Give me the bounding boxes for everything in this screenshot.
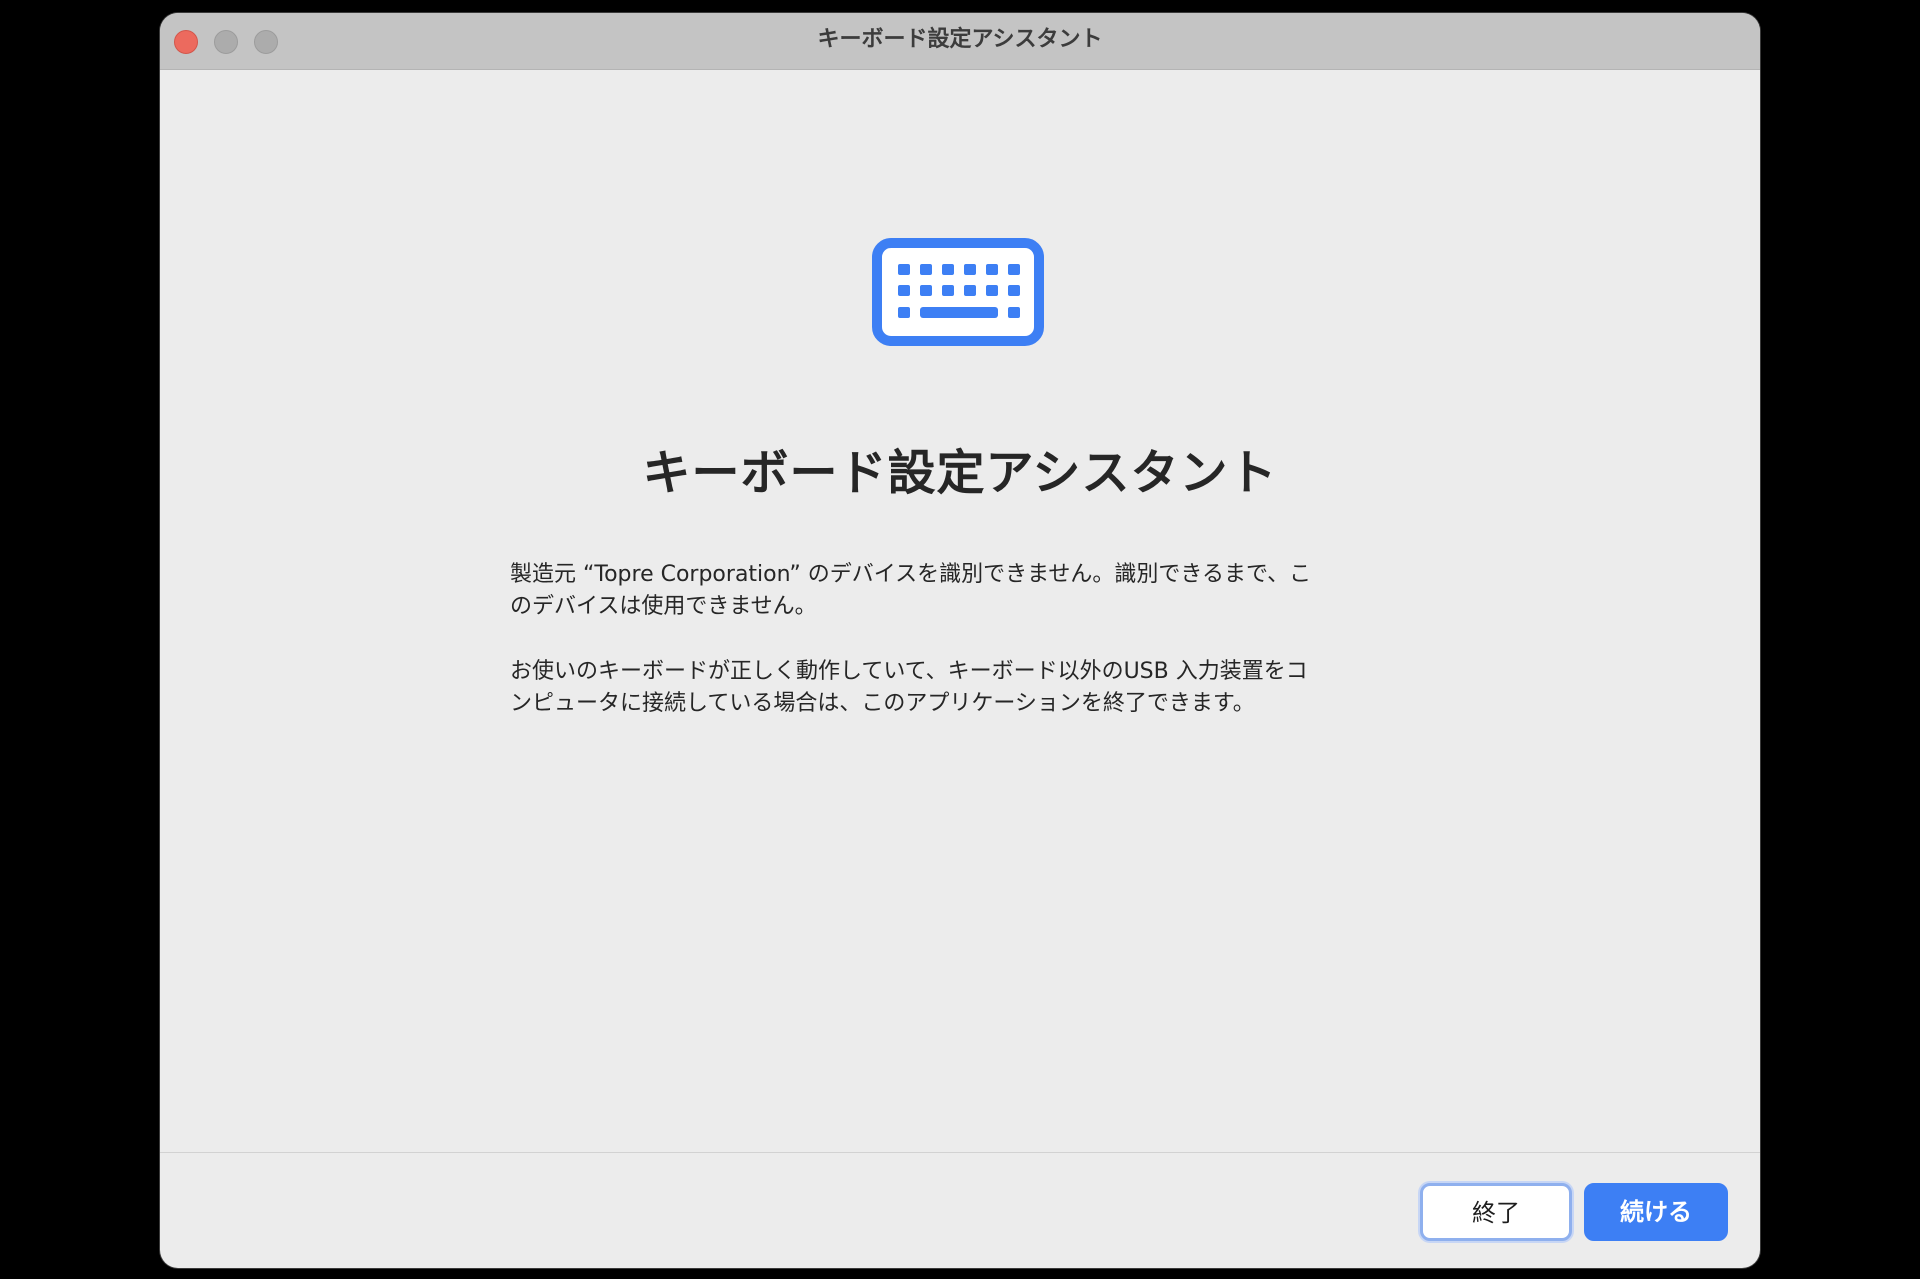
page-title: キーボード設定アシスタント [642, 445, 1278, 501]
message-line: のデバイスは使用できません。 [510, 594, 817, 619]
message-line: お使いのキーボードが正しく動作していて、キーボード以外のUSB 入力装置をコ [510, 659, 1308, 684]
message-line: 製造元 “Topre Corporation” のデバイスを識別できません。識別… [510, 562, 1312, 587]
quit-instructions-message: お使いのキーボードが正しく動作していて、キーボード以外のUSB 入力装置をコ ン… [510, 656, 1410, 720]
unrecognized-device-message: 製造元 “Topre Corporation” のデバイスを識別できません。識別… [510, 559, 1410, 623]
continue-button[interactable]: 続ける [1584, 1183, 1728, 1241]
footer-divider [160, 1152, 1760, 1153]
keyboard-icon [872, 238, 1044, 346]
quit-button[interactable]: 終了 [1420, 1183, 1572, 1241]
window-title: キーボード設定アシスタント [817, 27, 1103, 52]
assistant-window: キーボード設定アシスタント キーボード設定アシスタント 製造元 “Topre C… [160, 13, 1760, 1268]
title-bar[interactable]: キーボード設定アシスタント [160, 13, 1760, 70]
message-line: ンピュータに接続している場合は、このアプリケーションを終了できます。 [510, 691, 1255, 716]
